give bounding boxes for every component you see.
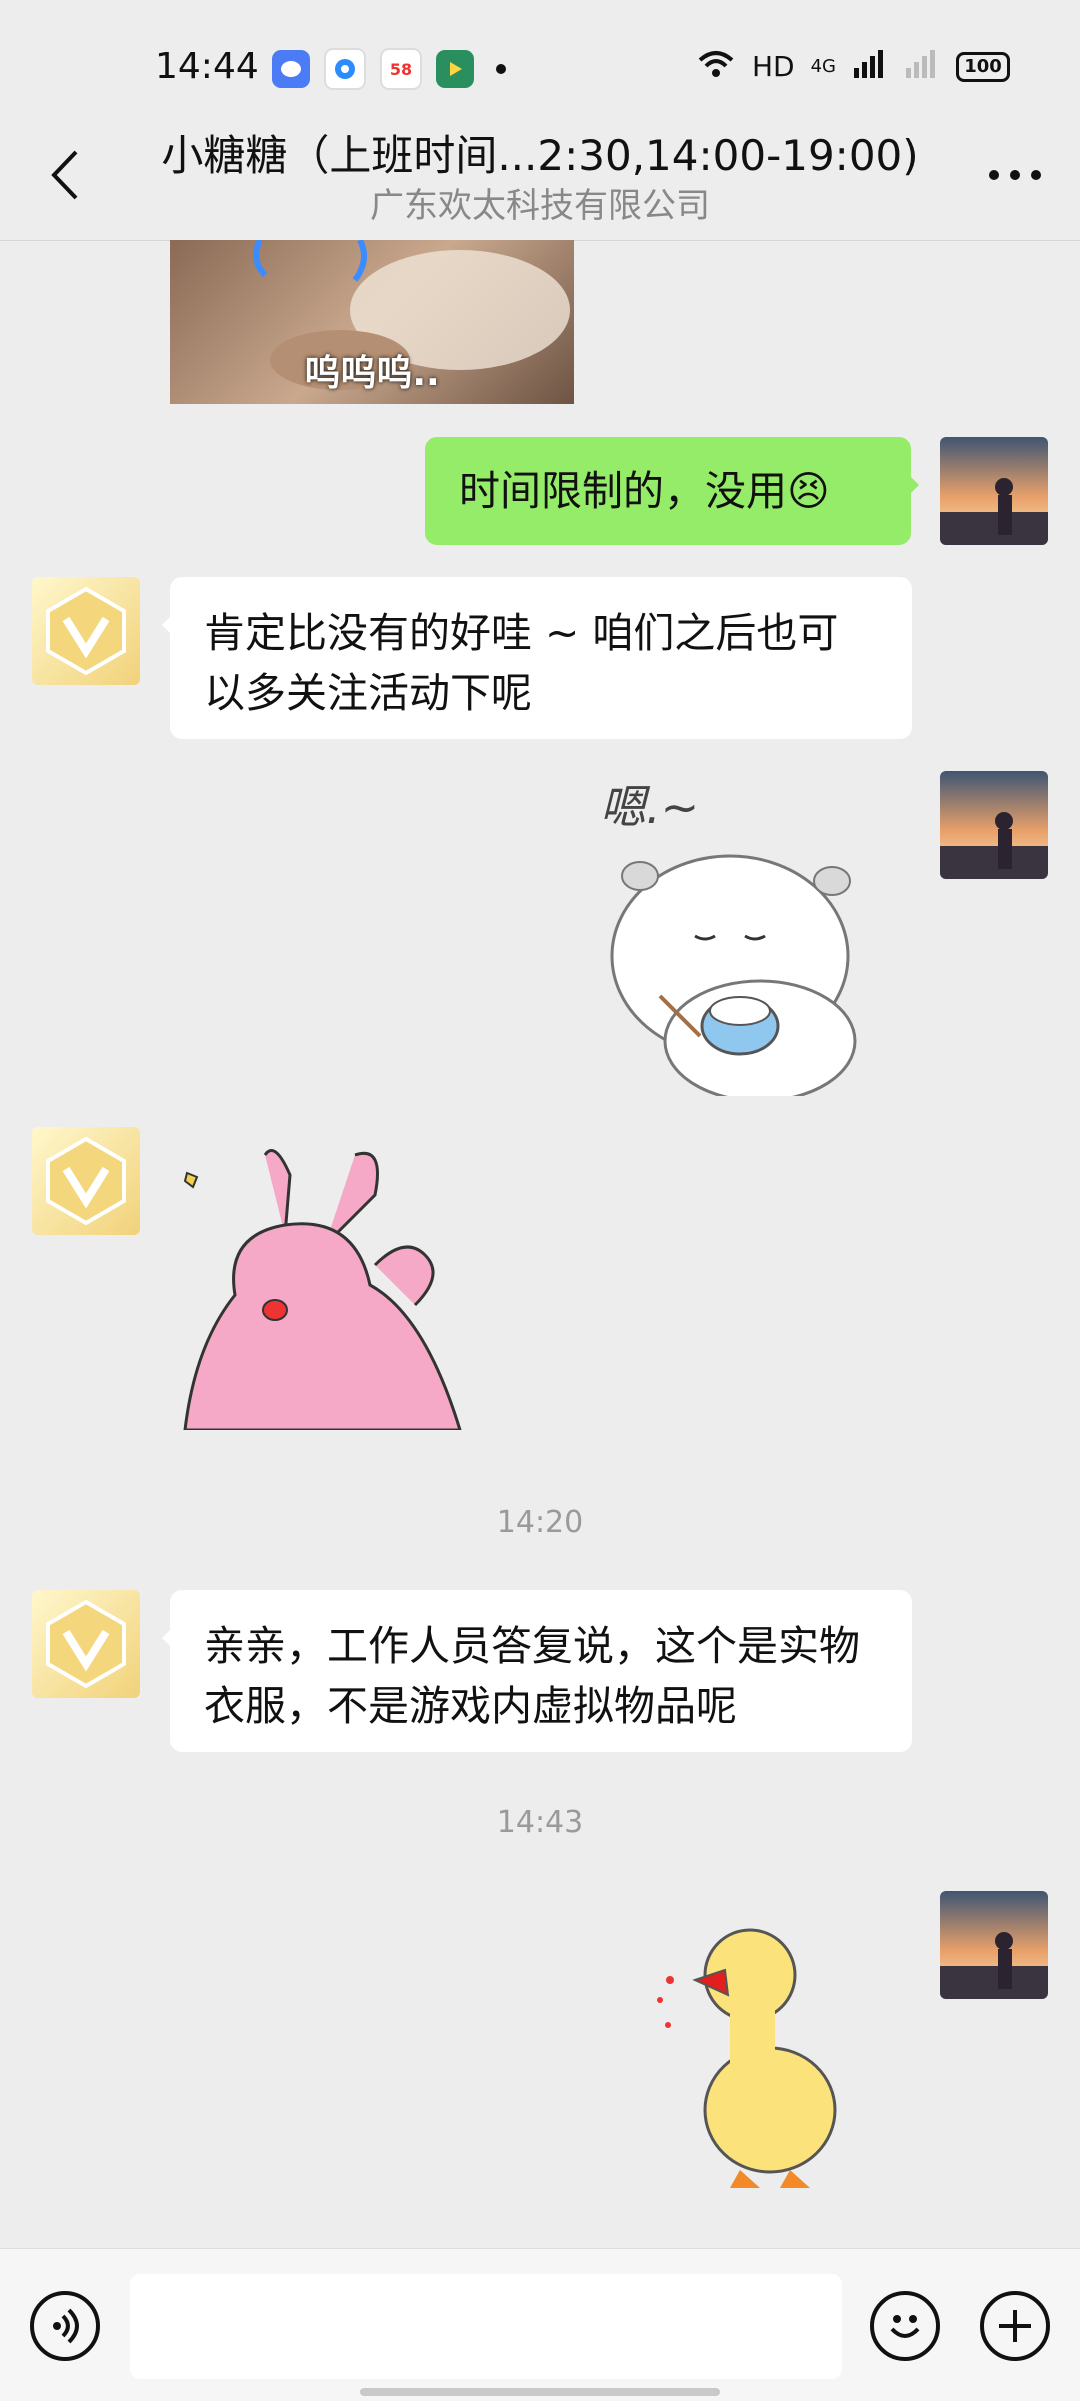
home-indicator[interactable] [360, 2388, 720, 2396]
v-logo-icon [46, 1599, 126, 1689]
signal-4g-label: 4G [810, 56, 836, 77]
message-text: 肯定比没有的好哇 ~ 咱们之后也可以多关注活动下呢 [204, 609, 839, 717]
my-avatar[interactable] [940, 771, 1048, 879]
v-logo-icon [46, 1136, 126, 1226]
contact-avatar[interactable] [32, 1127, 140, 1235]
message-input[interactable] [130, 2274, 842, 2379]
no-signal-icon [904, 48, 940, 85]
sticker-caption: 呜呜呜.. [304, 353, 440, 394]
status-indicators: HD 4G 100 [696, 48, 1010, 85]
cat-photo-sticker[interactable]: 呜呜呜.. [170, 240, 574, 404]
battery-indicator: 100 [956, 51, 1010, 82]
more-dots-icon [989, 170, 1041, 180]
chat-app-icon [272, 50, 310, 88]
message-text: 时间限制的，没用 [459, 467, 787, 515]
voice-button[interactable] [30, 2291, 100, 2361]
contact-avatar[interactable] [32, 1590, 140, 1698]
smiley-icon [890, 2315, 920, 2338]
contact-avatar[interactable] [32, 577, 140, 685]
more-options-button[interactable] [980, 140, 1050, 210]
browser-app-icon [324, 48, 366, 90]
incoming-message-bubble[interactable]: 亲亲，工作人员答复说，这个是实物衣服，不是游戏内虚拟物品呢 [162, 1590, 912, 1752]
video-app-icon [436, 50, 474, 88]
incoming-message-bubble[interactable]: 肯定比没有的好哇 ~ 咱们之后也可以多关注活动下呢 [162, 577, 912, 739]
timestamp: 14:20 [496, 1505, 584, 1540]
my-avatar[interactable] [940, 1891, 1048, 1999]
voice-icon [53, 2308, 79, 2344]
status-notification-icons: 58 [272, 48, 506, 90]
timestamp: 14:43 [496, 1805, 584, 1840]
chat-title: 小糖糖（上班时间...2:30,14:00-19:00) [161, 131, 919, 180]
chat-subtitle: 广东欢太科技有限公司 [370, 186, 710, 226]
chevron-left-icon [51, 150, 78, 200]
signal-icon [852, 48, 888, 85]
emoji-button[interactable] [870, 2291, 940, 2361]
persevering-face-emoji: 😣 [787, 467, 830, 515]
chat-header: 小糖糖（上班时间...2:30,14:00-19:00) 广东欢太科技有限公司 [0, 110, 1080, 241]
my-avatar[interactable] [940, 437, 1048, 545]
pink-bunny-ok-sticker[interactable] [175, 1145, 495, 1432]
more-notifications-dot [496, 64, 506, 74]
v-logo-icon [46, 586, 126, 676]
network-label: HD [751, 50, 795, 83]
add-button[interactable] [980, 2291, 1050, 2361]
back-button[interactable] [30, 140, 100, 210]
hamster-rice-sticker[interactable]: 嗯.~ [600, 771, 900, 1096]
status-time: 14:44 [155, 46, 259, 87]
plus-icon [999, 2310, 1031, 2342]
wifi-icon [696, 48, 736, 85]
message-input-bar [0, 2248, 1080, 2401]
58-app-icon: 58 [380, 48, 422, 90]
message-text: 亲亲，工作人员答复说，这个是实物衣服，不是游戏内虚拟物品呢 [204, 1622, 860, 1730]
duck-sticker[interactable] [650, 1920, 850, 2190]
outgoing-message-bubble[interactable]: 时间限制的，没用😣 [425, 437, 919, 545]
